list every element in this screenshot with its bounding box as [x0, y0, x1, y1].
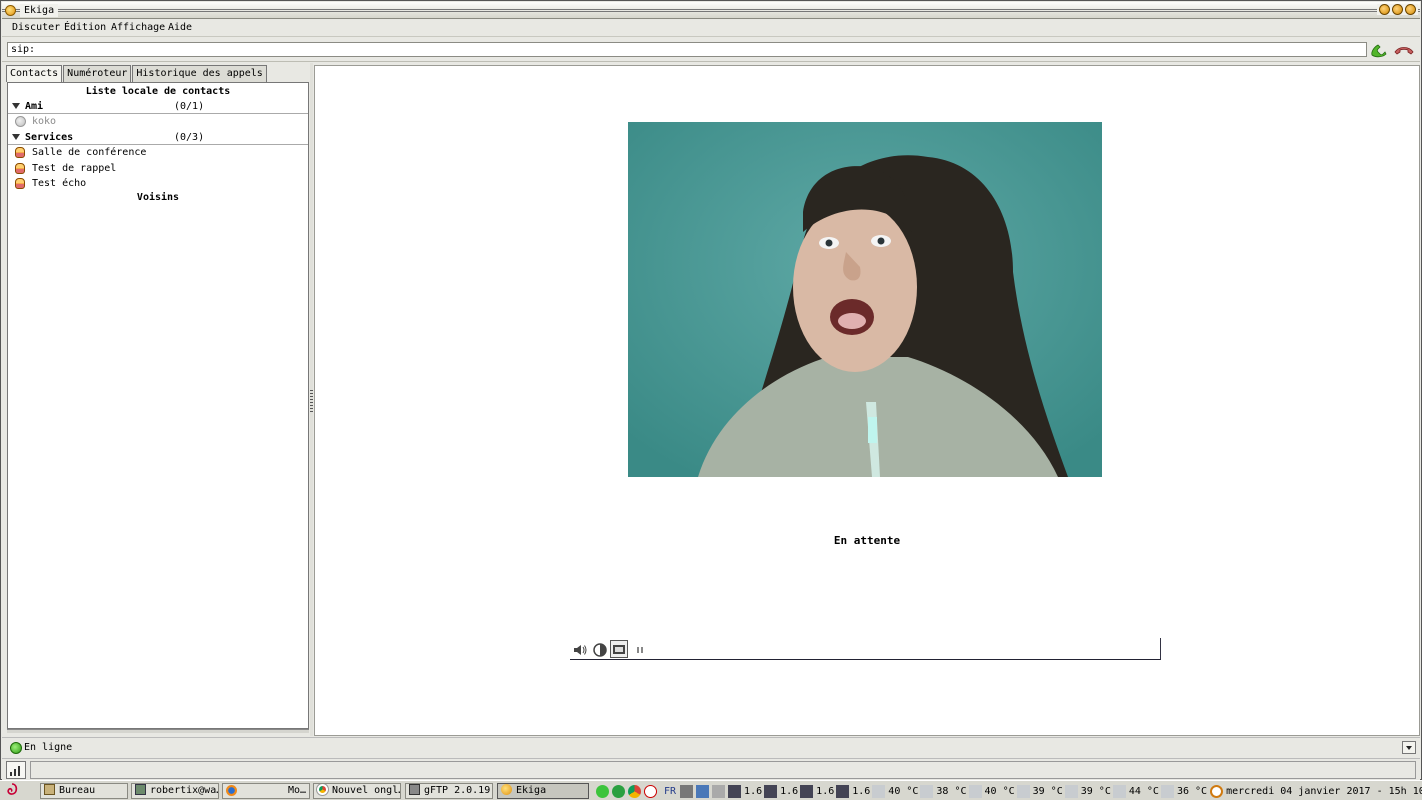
speaker-icon	[574, 645, 587, 655]
info-bar	[2, 758, 1420, 780]
contact-conference-room[interactable]: Salle de conférence	[8, 145, 308, 160]
sip-address-input[interactable]	[7, 42, 1367, 57]
menu-aide[interactable]: Aide	[168, 22, 192, 34]
gftp-icon	[409, 784, 420, 795]
temperature-icon	[872, 784, 886, 798]
debian-menu-icon[interactable]	[3, 782, 19, 798]
brightness-icon	[593, 643, 607, 657]
chrome-tray-icon[interactable]	[628, 784, 641, 798]
keyboard-layout[interactable]: FR	[664, 786, 676, 797]
service-icon	[15, 178, 25, 189]
taskbar-item-terminal[interactable]: robertix@wa…	[131, 783, 219, 799]
search-icon[interactable]	[1210, 784, 1224, 798]
tab-dialpad[interactable]: Numéroteur	[63, 65, 132, 82]
temperature-icon	[968, 784, 982, 798]
temperature-icon	[1160, 784, 1174, 798]
signal-strength-icon[interactable]	[6, 761, 26, 779]
printer-icon[interactable]	[712, 784, 726, 798]
taskbar-item-gftp[interactable]: gFTP 2.0.19	[405, 783, 493, 799]
call-controls-bar	[570, 638, 1161, 660]
expander-down-icon[interactable]	[12, 103, 20, 109]
presence-status: En ligne	[24, 742, 73, 753]
taskbar-item-firefox[interactable]: Mo…	[222, 783, 310, 799]
camera-toggle-button[interactable]	[610, 640, 628, 658]
service-icon	[15, 147, 25, 158]
alarm-clock-icon[interactable]	[644, 784, 657, 798]
contact-list[interactable]: Liste locale de contacts Ami (0/1) koko …	[7, 82, 309, 729]
temperature-icon	[1016, 784, 1030, 798]
hangup-button[interactable]	[1394, 41, 1414, 59]
chrome-icon	[316, 784, 329, 796]
video-preview	[628, 122, 1102, 477]
service-icon	[15, 163, 25, 174]
expander-down-icon[interactable]	[12, 134, 20, 140]
horizontal-scrollbar[interactable]	[7, 729, 309, 733]
contact-callback-test[interactable]: Test de rappel	[8, 161, 308, 176]
menu-discuter[interactable]: Discuter	[12, 22, 60, 34]
taskbar-item-chrome[interactable]: Nouvel ongl…	[313, 783, 401, 799]
contact-list-heading: Liste locale de contacts	[85, 86, 231, 97]
ekiga-app-icon[interactable]	[5, 5, 16, 16]
tab-strip: Contacts Numéroteur Historique des appel…	[6, 65, 268, 82]
terminal-icon	[135, 784, 146, 795]
clock[interactable]: mercredi 04 janvier 2017 - 15h 10m 54s	[1226, 786, 1422, 797]
pause-button[interactable]	[632, 642, 648, 658]
camera-icon	[613, 645, 625, 654]
webcam-image	[628, 122, 1102, 477]
bluetooth-icon[interactable]	[696, 784, 710, 798]
system-tray: FR 1.6 1.6 1.6 1.6 40 °C 38 °C 40 °C 39 …	[596, 782, 1422, 800]
firefox-icon	[226, 785, 237, 796]
menu-affichage[interactable]: Affichage	[111, 22, 165, 34]
call-status-text: En attente	[833, 534, 901, 547]
network-status-icon[interactable]	[596, 784, 609, 798]
temperature-icon	[1064, 784, 1078, 798]
taskbar-item-bureau[interactable]: Bureau	[40, 783, 128, 799]
skype-status-icon[interactable]	[612, 784, 625, 798]
ekiga-icon	[501, 784, 512, 795]
cpu-monitor-icon	[764, 784, 778, 798]
taskbar-item-ekiga[interactable]: Ekiga	[497, 783, 589, 799]
contact-koko[interactable]: koko	[8, 114, 308, 129]
close-button[interactable]	[1405, 4, 1416, 15]
taskbar: Bureau robertix@wa… Mo… Nouvel ongl… gFT…	[0, 780, 1422, 800]
menu-edition[interactable]: Édition	[64, 22, 106, 34]
video-settings-button[interactable]	[592, 642, 608, 658]
address-bar	[2, 38, 1420, 62]
call-button[interactable]	[1368, 41, 1388, 59]
volume-button[interactable]	[572, 642, 588, 658]
phone-hangup-icon	[1394, 47, 1414, 55]
ekiga-window: Ekiga Discuter Édition Affichage Aide Co…	[0, 0, 1422, 780]
minimize-button[interactable]	[1379, 4, 1390, 15]
tab-call-history[interactable]: Historique des appels	[132, 65, 267, 82]
temperature-icon	[1112, 784, 1126, 798]
pause-icon	[637, 647, 643, 653]
temperature-icon	[920, 784, 934, 798]
group-services[interactable]: Services (0/3)	[8, 131, 308, 145]
contacts-pane: Contacts Numéroteur Historique des appel…	[2, 63, 311, 736]
volume-icon[interactable]	[680, 784, 694, 798]
cpu-monitor-icon	[836, 784, 850, 798]
status-bar: En ligne	[2, 737, 1420, 757]
window-title: Ekiga	[20, 4, 59, 17]
call-pane: En attente	[314, 65, 1420, 736]
info-field	[30, 761, 1416, 779]
splitter-grip[interactable]	[310, 390, 313, 414]
tab-contacts[interactable]: Contacts	[6, 65, 63, 82]
neighbors-heading[interactable]: Voisins	[8, 192, 308, 203]
menu-bar: Discuter Édition Affichage Aide	[2, 19, 1420, 37]
cpu-monitor-icon	[800, 784, 814, 798]
title-bar[interactable]: Ekiga	[2, 2, 1420, 19]
maximize-button[interactable]	[1392, 4, 1403, 15]
cpu-monitor-icon	[728, 784, 742, 798]
contact-echo-test[interactable]: Test écho	[8, 176, 308, 191]
online-status-icon	[10, 742, 22, 754]
group-ami[interactable]: Ami (0/1)	[8, 100, 308, 114]
status-dropdown-button[interactable]	[1402, 741, 1416, 754]
folder-icon	[44, 784, 55, 795]
phone-pickup-icon	[1371, 44, 1387, 58]
offline-presence-icon	[15, 116, 26, 127]
